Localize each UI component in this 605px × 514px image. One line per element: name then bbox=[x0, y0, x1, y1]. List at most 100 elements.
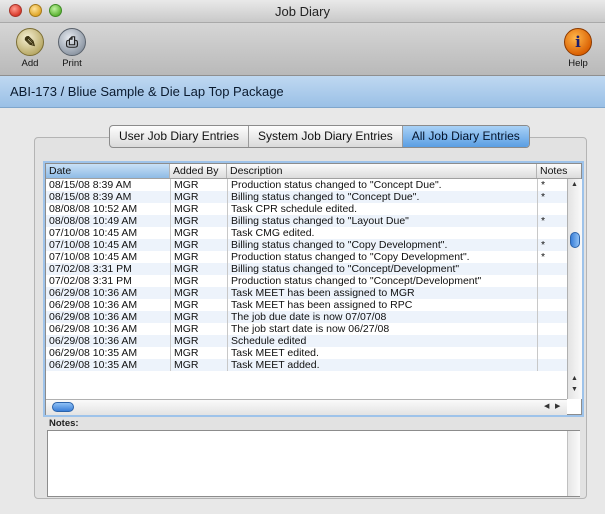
scroll-left-arrow-icon[interactable]: ◀ bbox=[544, 402, 549, 410]
notes-scrollbar[interactable] bbox=[567, 431, 580, 496]
title-bar: Job Diary bbox=[0, 0, 605, 23]
notes-indicator-cell bbox=[537, 263, 567, 275]
description-cell: Billing status changed to "Concept Due". bbox=[227, 191, 537, 203]
added-by-cell: MGR bbox=[170, 287, 227, 299]
notes-label: Notes: bbox=[49, 418, 79, 429]
scroll-right-arrow-icon[interactable]: ▶ bbox=[555, 402, 560, 410]
notes-indicator-cell bbox=[537, 359, 567, 371]
description-cell: Task CPR schedule edited. bbox=[227, 203, 537, 215]
date-cell: 06/29/08 10:35 AM bbox=[49, 359, 138, 371]
table-row[interactable]: 06/29/08 10:35 AM MGR Task MEET edited. bbox=[46, 347, 567, 359]
pencil-icon: ✎ bbox=[16, 28, 44, 56]
horizontal-scrollbar[interactable]: ◀ ▶ bbox=[46, 399, 567, 415]
table-row[interactable]: 06/29/08 10:36 AM MGR The job due date is … bbox=[46, 311, 567, 323]
notes-indicator-cell: * bbox=[537, 215, 567, 227]
description-cell: Production status changed to "Concept Du… bbox=[227, 179, 537, 191]
notes-indicator-cell bbox=[537, 335, 567, 347]
description-cell: The job due date is now 07/07/08 bbox=[227, 311, 537, 323]
job-header: ABI-173 / Bliue Sample & Die Lap Top Pac… bbox=[10, 84, 284, 99]
added-by-cell: MGR bbox=[170, 239, 227, 251]
date-cell: 08/08/08 10:49 AM bbox=[49, 215, 138, 227]
added-by-cell: MGR bbox=[170, 299, 227, 311]
date-cell: 06/29/08 10:36 AM bbox=[49, 335, 138, 347]
notes-indicator-cell bbox=[537, 323, 567, 335]
add-label: Add bbox=[21, 58, 39, 69]
scroll-down-arrow-icon[interactable]: ▼ bbox=[571, 386, 578, 393]
help-label: Help bbox=[568, 58, 588, 69]
info-icon: i bbox=[564, 28, 592, 56]
notes-field[interactable] bbox=[47, 430, 580, 497]
scroll-up-icon[interactable]: ▲ bbox=[571, 181, 578, 188]
date-cell: 07/02/08 3:31 PM bbox=[49, 263, 132, 275]
table-row[interactable]: 07/10/08 10:45 AM MGR Production status ch… bbox=[46, 251, 567, 263]
added-by-cell: MGR bbox=[170, 323, 227, 335]
table-row[interactable]: 08/15/08 8:39 AM MGR Billing status change… bbox=[46, 191, 567, 203]
table-row[interactable]: 06/29/08 10:36 AM MGR Task MEET has been a… bbox=[46, 299, 567, 311]
table-row[interactable]: 06/29/08 10:36 AM MGR Schedule edited bbox=[46, 335, 567, 347]
date-cell: 06/29/08 10:36 AM bbox=[49, 323, 138, 335]
description-cell: Schedule edited bbox=[227, 335, 537, 347]
diary-tabs: User Job Diary Entries System Job Diary … bbox=[109, 125, 530, 148]
table-body: 08/15/08 8:39 AM MGR Production status cha… bbox=[46, 179, 567, 371]
date-cell: 06/29/08 10:36 AM bbox=[49, 287, 138, 299]
description-cell: Production status changed to "Copy Devel… bbox=[227, 251, 537, 263]
table-row[interactable]: 06/29/08 10:36 AM MGR Task MEET has been a… bbox=[46, 287, 567, 299]
window-title: Job Diary bbox=[275, 4, 330, 19]
table-row[interactable]: 08/08/08 10:52 AM MGR Task CPR schedule ed… bbox=[46, 203, 567, 215]
description-cell: The job start date is now 06/27/08 bbox=[227, 323, 537, 335]
notes-indicator-cell: * bbox=[537, 191, 567, 203]
column-header-date[interactable]: Date bbox=[46, 164, 170, 178]
add-button[interactable]: ✎ Add bbox=[8, 28, 52, 69]
table-row[interactable]: 07/10/08 10:45 AM MGR Billing status chang… bbox=[46, 239, 567, 251]
description-cell: Task CMG edited. bbox=[227, 227, 537, 239]
notes-indicator-cell: * bbox=[537, 179, 567, 191]
notes-indicator-cell bbox=[537, 203, 567, 215]
table-row[interactable]: 08/08/08 10:49 AM MGR Billing status chang… bbox=[46, 215, 567, 227]
description-cell: Task MEET has been assigned to MGR bbox=[227, 287, 537, 299]
added-by-cell: MGR bbox=[170, 275, 227, 287]
tab-user-entries[interactable]: User Job Diary Entries bbox=[110, 126, 250, 147]
added-by-cell: MGR bbox=[170, 359, 227, 371]
notes-indicator-cell: * bbox=[537, 239, 567, 251]
column-header-description[interactable]: Description bbox=[227, 164, 537, 178]
description-cell: Billing status changed to "Copy Developm… bbox=[227, 239, 537, 251]
table-row[interactable]: 08/15/08 8:39 AM MGR Production status cha… bbox=[46, 179, 567, 191]
description-cell: Billing status changed to "Concept/Devel… bbox=[227, 263, 537, 275]
notes-indicator-cell bbox=[537, 299, 567, 311]
added-by-cell: MGR bbox=[170, 335, 227, 347]
date-cell: 06/29/08 10:36 AM bbox=[49, 299, 138, 311]
table-row[interactable]: 06/29/08 10:36 AM MGR The job start date i… bbox=[46, 323, 567, 335]
added-by-cell: MGR bbox=[170, 263, 227, 275]
column-header-notes[interactable]: Notes bbox=[537, 164, 581, 178]
toolbar: ✎ Add ⎙ Print i Help bbox=[0, 23, 605, 76]
horizontal-scroll-thumb[interactable] bbox=[52, 402, 74, 412]
tab-system-entries[interactable]: System Job Diary Entries bbox=[249, 126, 403, 147]
help-button[interactable]: i Help bbox=[556, 28, 600, 69]
description-cell: Task MEET has been assigned to RPC bbox=[227, 299, 537, 311]
date-cell: 07/10/08 10:45 AM bbox=[49, 227, 138, 239]
added-by-cell: MGR bbox=[170, 191, 227, 203]
table-row[interactable]: 07/10/08 10:45 AM MGR Task CMG edited. bbox=[46, 227, 567, 239]
added-by-cell: MGR bbox=[170, 347, 227, 359]
scroll-up-arrow-icon[interactable]: ▲ bbox=[571, 375, 578, 382]
description-cell: Task MEET added. bbox=[227, 359, 537, 371]
print-label: Print bbox=[62, 58, 82, 69]
description-cell: Task MEET edited. bbox=[227, 347, 537, 359]
table-row[interactable]: 06/29/08 10:35 AM MGR Task MEET added. bbox=[46, 359, 567, 371]
tab-all-entries[interactable]: All Job Diary Entries bbox=[402, 126, 529, 147]
date-cell: 07/02/08 3:31 PM bbox=[49, 275, 132, 287]
added-by-cell: MGR bbox=[170, 215, 227, 227]
date-cell: 07/10/08 10:45 AM bbox=[49, 251, 138, 263]
table-header: Date Added By Description Notes bbox=[46, 164, 581, 179]
table-row[interactable]: 07/02/08 3:31 PM MGR Billing status change… bbox=[46, 263, 567, 275]
date-cell: 08/08/08 10:52 AM bbox=[49, 203, 138, 215]
vertical-scrollbar[interactable]: ▲ ▲ ▼ bbox=[567, 179, 582, 399]
table-row[interactable]: 07/02/08 3:31 PM MGR Production status cha… bbox=[46, 275, 567, 287]
notes-indicator-cell bbox=[537, 275, 567, 287]
column-header-added-by[interactable]: Added By bbox=[170, 164, 227, 178]
print-button[interactable]: ⎙ Print bbox=[50, 28, 94, 69]
notes-indicator-cell: * bbox=[537, 251, 567, 263]
date-cell: 08/15/08 8:39 AM bbox=[49, 179, 132, 191]
added-by-cell: MGR bbox=[170, 203, 227, 215]
vertical-scroll-thumb[interactable] bbox=[570, 232, 580, 248]
